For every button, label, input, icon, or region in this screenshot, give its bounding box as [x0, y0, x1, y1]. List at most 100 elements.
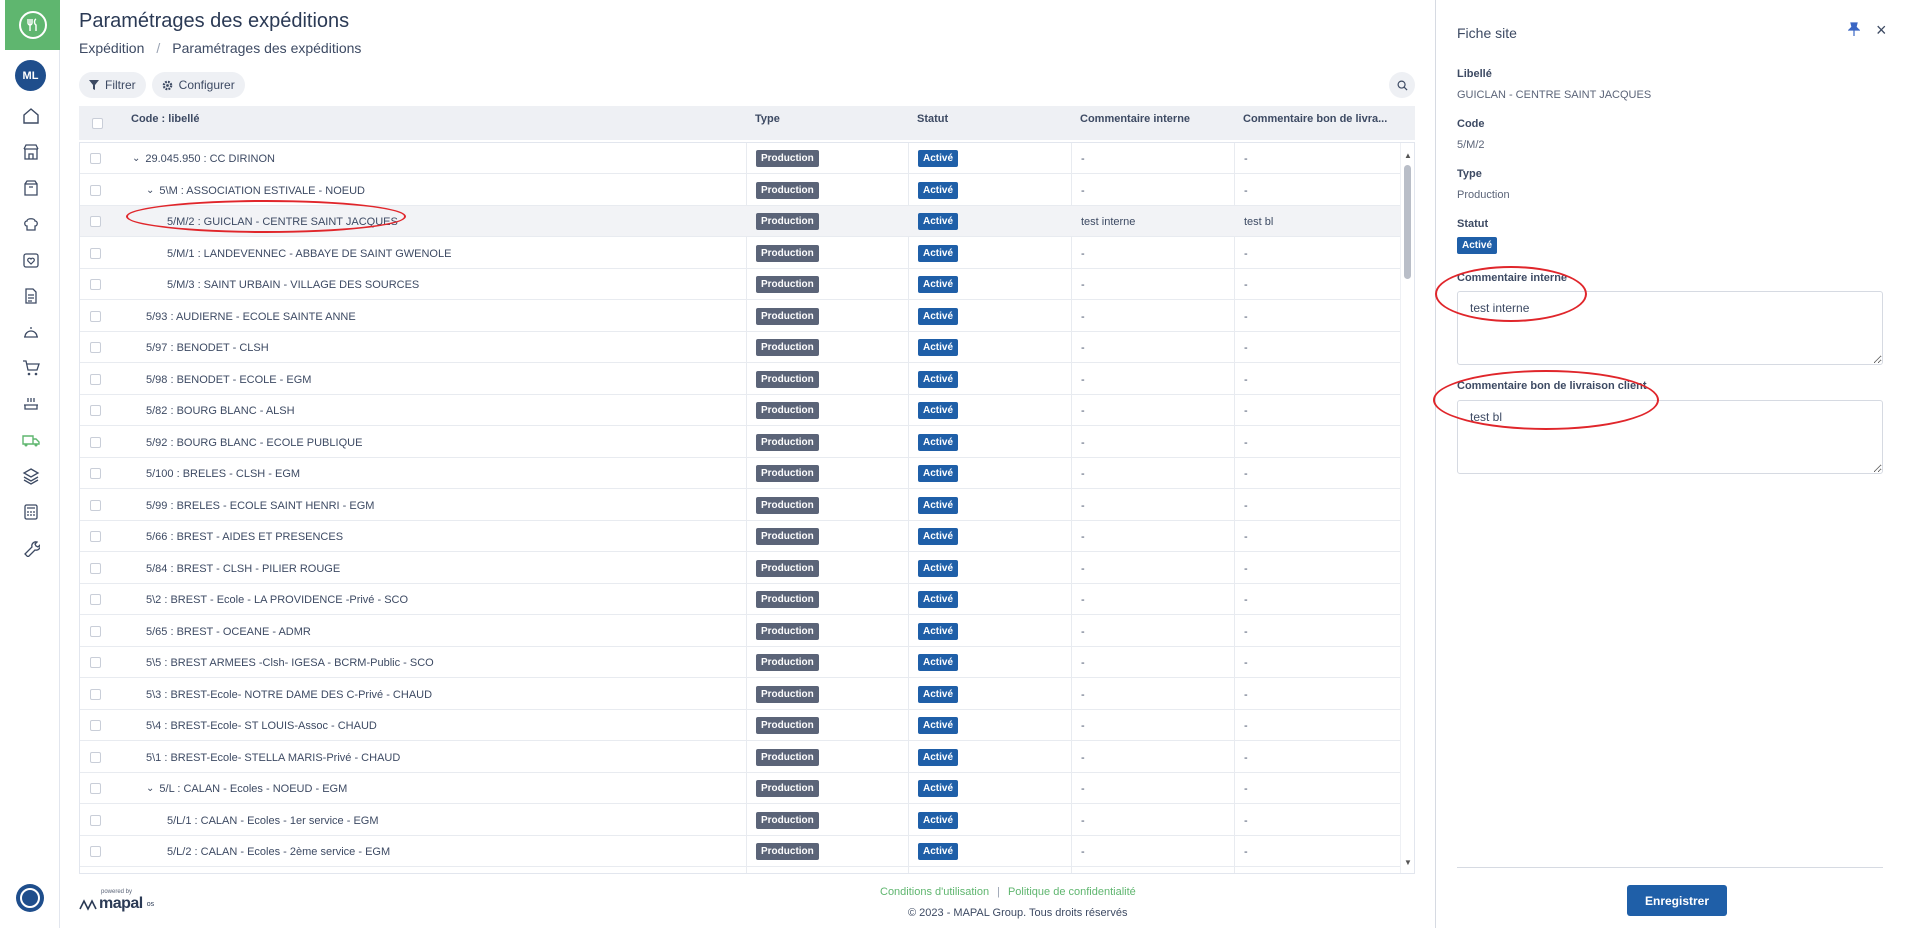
table-row[interactable]: 5\4 : BREST-Ecole- ST LOUIS-Assoc - CHAU…: [80, 710, 1400, 741]
left-nav: ML: [0, 0, 60, 928]
row-label: 5\1 : BREST-Ecole- STELLA MARIS-Privé - …: [146, 751, 401, 764]
table-row[interactable]: ⌄ 29.045.950 : CC DIRINON Production Activé…: [80, 143, 1400, 174]
row-checkbox[interactable]: [90, 805, 101, 836]
row-status-cell: Activé: [918, 584, 959, 615]
status-badge: Activé: [918, 780, 959, 797]
row-checkbox[interactable]: [90, 773, 101, 804]
delivery-comment-field[interactable]: [1457, 400, 1883, 474]
table-row[interactable]: 5\1 : BREST-Ecole- STELLA MARIS-Privé - …: [80, 742, 1400, 773]
breadcrumb-item-expedition[interactable]: Expédition: [79, 40, 144, 56]
save-button[interactable]: Enregistrer: [1627, 885, 1727, 916]
table-row[interactable]: 5/82 : BOURG BLANC - ALSH Production Activ…: [80, 395, 1400, 426]
cooking-icon[interactable]: [20, 393, 42, 415]
row-internal-comment: -: [1081, 656, 1085, 669]
cart-icon[interactable]: [20, 357, 42, 379]
calculator-icon[interactable]: [20, 501, 42, 523]
type-badge: Production: [756, 623, 819, 640]
col-header-delivery-comment[interactable]: Commentaire bon de livra...: [1243, 106, 1387, 140]
scrollbar-thumb[interactable]: [1404, 165, 1411, 279]
table-row[interactable]: 5/66 : BREST - AIDES ET PRESENCES Product…: [80, 521, 1400, 552]
row-checkbox[interactable]: [90, 584, 101, 615]
row-checkbox[interactable]: [90, 553, 101, 584]
table-row[interactable]: 5/L/1 : CALAN - Ecoles - 1er service - E…: [80, 805, 1400, 836]
box-icon[interactable]: [20, 177, 42, 199]
heart-list-icon[interactable]: [20, 249, 42, 271]
chevron-down-icon[interactable]: ⌄: [132, 153, 140, 164]
scroll-up-icon[interactable]: ▲: [1404, 151, 1412, 160]
table-scrollbar[interactable]: ▲ ▼: [1400, 143, 1414, 873]
row-checkbox[interactable]: [90, 395, 101, 426]
row-checkbox[interactable]: [90, 679, 101, 710]
privacy-link[interactable]: Politique de confidentialité: [1008, 886, 1136, 898]
close-icon[interactable]: ×: [1876, 20, 1887, 41]
row-checkbox[interactable]: [90, 301, 101, 332]
table-row[interactable]: 5/65 : BREST - OCEANE - ADMR Production Ac…: [80, 616, 1400, 647]
row-checkbox[interactable]: [90, 269, 101, 300]
chevron-down-icon[interactable]: ⌄: [146, 783, 154, 794]
row-checkbox[interactable]: [90, 143, 101, 174]
row-checkbox[interactable]: [90, 206, 101, 237]
select-all-checkbox[interactable]: [92, 113, 103, 139]
table-row[interactable]: 5/M/1 : LANDEVENNEC - ABBAYE DE SAINT GW…: [80, 238, 1400, 269]
row-checkbox[interactable]: [90, 742, 101, 773]
table-row[interactable]: 5/84 : BREST - CLSH - PILIER ROUGE Produc…: [80, 553, 1400, 584]
app-logo[interactable]: [5, 0, 60, 50]
table-row[interactable]: ⌄ 5\M : ASSOCIATION ESTIVALE - NOEUD Produ…: [80, 175, 1400, 206]
table-row[interactable]: 5\3 : BREST-Ecole- NOTRE DAME DES C-Priv…: [80, 679, 1400, 710]
store-icon[interactable]: [20, 141, 42, 163]
table-row[interactable]: 5/M/2 : GUICLAN - CENTRE SAINT JACQUES Pr…: [80, 206, 1400, 237]
table-row[interactable]: 5/93 : AUDIERNE - ECOLE SAINTE ANNE Produ…: [80, 301, 1400, 332]
row-checkbox[interactable]: [90, 364, 101, 395]
document-icon[interactable]: [20, 285, 42, 307]
table-row[interactable]: 5/99 : BRELES - ECOLE SAINT HENRI - EGM P…: [80, 490, 1400, 521]
table-row[interactable]: 5\5 : BREST ARMEES -Clsh- IGESA - BCRM-P…: [80, 647, 1400, 678]
cloche-icon[interactable]: [20, 321, 42, 343]
table-row[interactable]: 5/M/3 : SAINT URBAIN - VILLAGE DES SOURC…: [80, 269, 1400, 300]
row-checkbox[interactable]: [90, 616, 101, 647]
wrench-icon[interactable]: [20, 537, 42, 559]
col-header-status[interactable]: Statut: [917, 106, 948, 140]
panel-title: Fiche site: [1457, 25, 1517, 41]
layers-icon[interactable]: [20, 465, 42, 487]
avatar[interactable]: ML: [15, 60, 46, 91]
table-row[interactable]: 5/97 : BENODET - CLSH Production Activé - -: [80, 332, 1400, 363]
row-checkbox[interactable]: [90, 490, 101, 521]
row-checkbox[interactable]: [90, 836, 101, 867]
scroll-down-icon[interactable]: ▼: [1404, 858, 1412, 867]
chef-hat-icon[interactable]: [20, 213, 42, 235]
row-checkbox[interactable]: [90, 175, 101, 206]
row-checkbox[interactable]: [90, 332, 101, 363]
table-row[interactable]: 5/100 : BRELES - CLSH - EGM Production Act…: [80, 458, 1400, 489]
row-label: 5/L : CALAN - Ecoles - NOEUD - EGM: [159, 782, 348, 795]
col-header-code[interactable]: Code : libellé: [131, 106, 199, 140]
row-label: 5/84 : BREST - CLSH - PILIER ROUGE: [146, 562, 341, 575]
terms-link[interactable]: Conditions d'utilisation: [880, 886, 989, 898]
filter-button[interactable]: Filtrer: [79, 72, 146, 98]
row-checkbox[interactable]: [90, 647, 101, 678]
row-checkbox[interactable]: [90, 238, 101, 269]
row-checkbox[interactable]: [90, 710, 101, 741]
internal-comment-field[interactable]: [1457, 291, 1883, 365]
pin-icon[interactable]: [1847, 22, 1861, 39]
search-button[interactable]: [1389, 72, 1415, 98]
row-checkbox[interactable]: [90, 458, 101, 489]
col-header-internal-comment[interactable]: Commentaire interne: [1080, 106, 1190, 140]
row-checkbox[interactable]: [90, 521, 101, 552]
table-row[interactable]: 5/92 : BOURG BLANC - ECOLE PUBLIQUE Produ…: [80, 427, 1400, 458]
table-row[interactable]: ⌄ 5/L : CALAN - Ecoles - NOEUD - EGM Produ…: [80, 773, 1400, 804]
home-icon[interactable]: [20, 105, 42, 127]
powered-by-text: powered by: [101, 889, 133, 895]
table-row[interactable]: 5\2 : BREST - Ecole - LA PROVIDENCE -Pri…: [80, 584, 1400, 615]
chevron-down-icon[interactable]: ⌄: [146, 185, 154, 196]
row-checkbox[interactable]: [90, 427, 101, 458]
col-header-type[interactable]: Type: [755, 106, 780, 140]
truck-icon[interactable]: [20, 429, 42, 451]
table-row[interactable]: 5/L/2 : CALAN - Ecoles - 2ème service - …: [80, 836, 1400, 867]
internal-comment-label: Commentaire interne: [1457, 272, 1568, 284]
row-delivery-comment: -: [1244, 656, 1248, 669]
row-status-cell: Activé: [918, 805, 959, 836]
status-badge: Activé: [918, 465, 959, 482]
table-row[interactable]: 5/98 : BENODET - ECOLE - EGM Production Ac…: [80, 364, 1400, 395]
mapal-logo[interactable]: [16, 884, 44, 912]
configure-button[interactable]: Configurer: [151, 72, 245, 98]
